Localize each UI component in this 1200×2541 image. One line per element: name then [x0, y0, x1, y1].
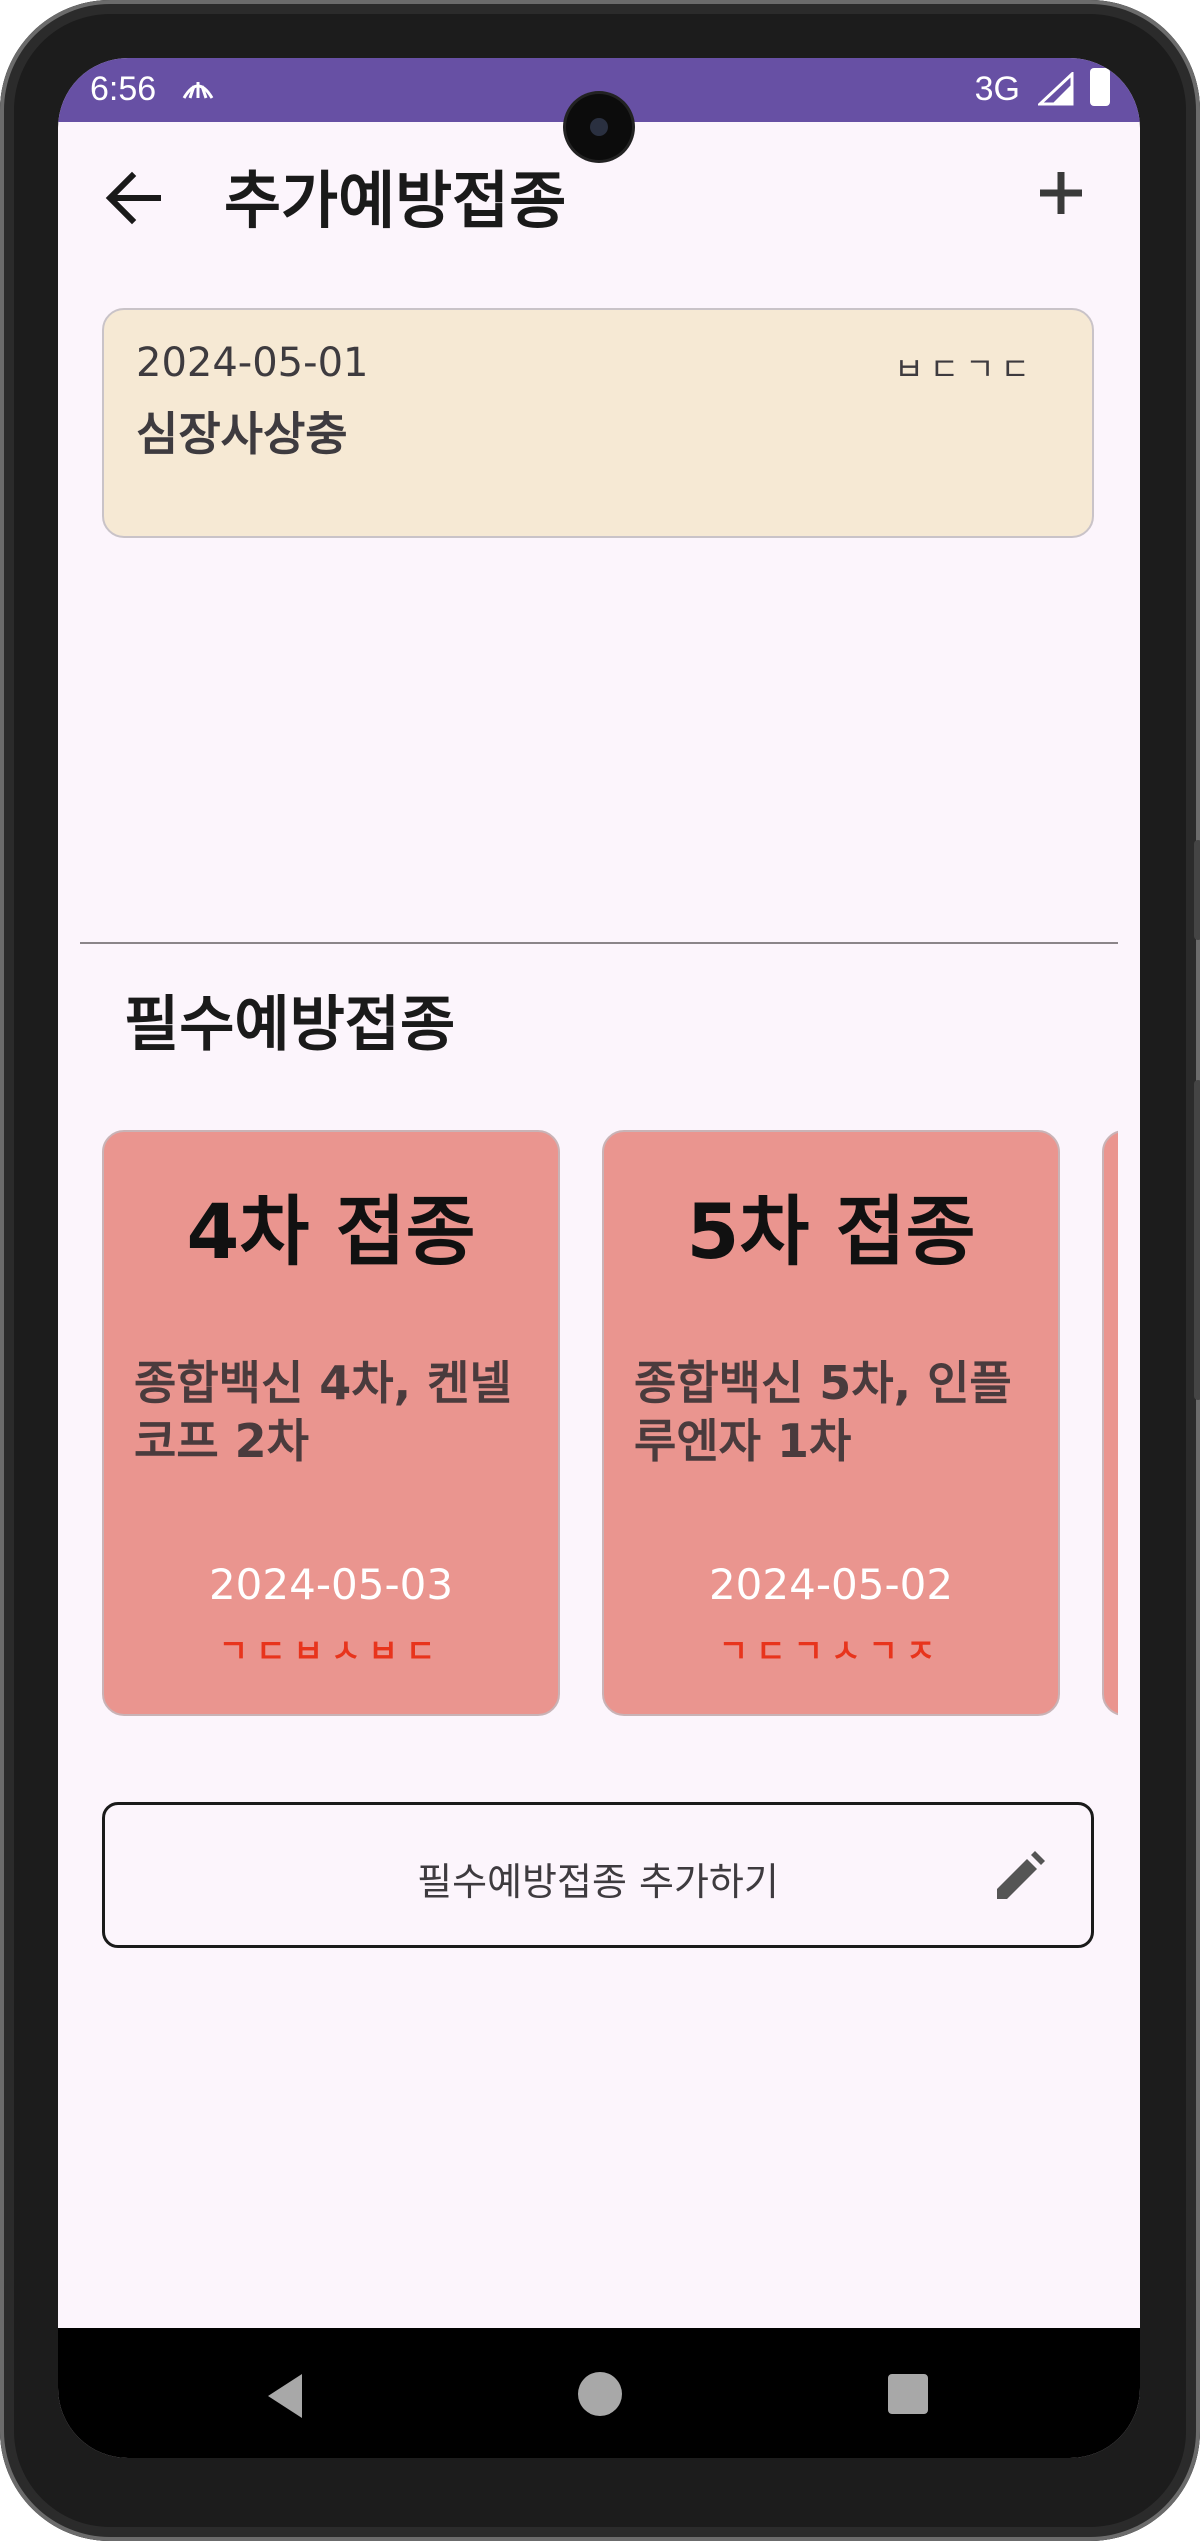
- system-nav-bar: [58, 2328, 1140, 2458]
- vaccination-tag: ㄱㄷㄱㅅㄱㅈ: [718, 1632, 944, 1670]
- status-time: 6:56: [90, 70, 157, 108]
- volume-button: [1194, 840, 1200, 940]
- required-vaccination-carousel[interactable]: 4차 접종 종합백신 4차, 켄넬코프 2차 2024-05-03 ㄱㄷㅂㅅㅂㄷ…: [58, 1130, 1118, 1720]
- phone-frame: 6:56 3G 추가예방접종 2024-05-01 ㅂㄷㄱㄷ 심장사상충 필수예…: [0, 0, 1200, 2541]
- vaccination-date: 2024-05-03: [208, 1560, 454, 1609]
- add-required-vaccination-button[interactable]: 필수예방접종 추가하기: [102, 1802, 1094, 1948]
- vaccination-round: 5차 접종: [686, 1187, 976, 1276]
- vaccination-tag: ㄱㄷㅂㅅㅂㄷ: [218, 1632, 444, 1670]
- vaccination-card[interactable]: 5차 접종 종합백신 5차, 인플루엔자 1차 2024-05-02 ㄱㄷㄱㅅㄱ…: [602, 1130, 1060, 1716]
- nav-back-icon[interactable]: [258, 2368, 314, 2424]
- vaccination-card[interactable]: 4차 접종 종합백신 4차, 켄넬코프 2차 2024-05-03 ㄱㄷㅂㅅㅂㄷ: [102, 1130, 560, 1716]
- vaccination-date: 2024-05-01: [136, 340, 369, 386]
- battery-icon: [1090, 68, 1110, 106]
- notification-icon: [182, 82, 214, 99]
- vaccination-card-partial[interactable]: [1102, 1130, 1118, 1716]
- vaccination-date: 2024-05-02: [708, 1560, 954, 1609]
- section-divider: [80, 942, 1118, 944]
- app-bar: 추가예방접종: [58, 122, 1140, 262]
- pencil-icon: [997, 1851, 1045, 1899]
- signal-icon: [1038, 72, 1074, 106]
- vaccination-tag: ㅂㄷㄱㄷ: [894, 350, 1036, 388]
- vaccination-description: 종합백신 4차, 켄넬코프 2차: [134, 1356, 512, 1468]
- add-required-label: 필수예방접종 추가하기: [417, 1860, 779, 1904]
- arrow-back-icon[interactable]: [100, 162, 170, 232]
- page-title: 추가예방접종: [224, 164, 567, 237]
- vaccination-description: 종합백신 5차, 인플루엔자 1차: [634, 1356, 1012, 1468]
- vaccination-name: 심장사상충: [136, 407, 348, 461]
- extra-vaccination-card[interactable]: 2024-05-01 ㅂㄷㄱㄷ 심장사상충: [102, 308, 1094, 538]
- plus-icon[interactable]: [1026, 158, 1096, 228]
- screen: 6:56 3G 추가예방접종 2024-05-01 ㅂㄷㄱㄷ 심장사상충 필수예…: [58, 58, 1140, 2458]
- vaccination-round: 4차 접종: [186, 1187, 476, 1276]
- nav-home-icon[interactable]: [578, 2372, 622, 2416]
- section-title: 필수예방접종: [124, 990, 456, 1060]
- network-type: 3G: [974, 70, 1020, 108]
- nav-recents-icon[interactable]: [888, 2374, 928, 2414]
- power-button: [1194, 1080, 1200, 1400]
